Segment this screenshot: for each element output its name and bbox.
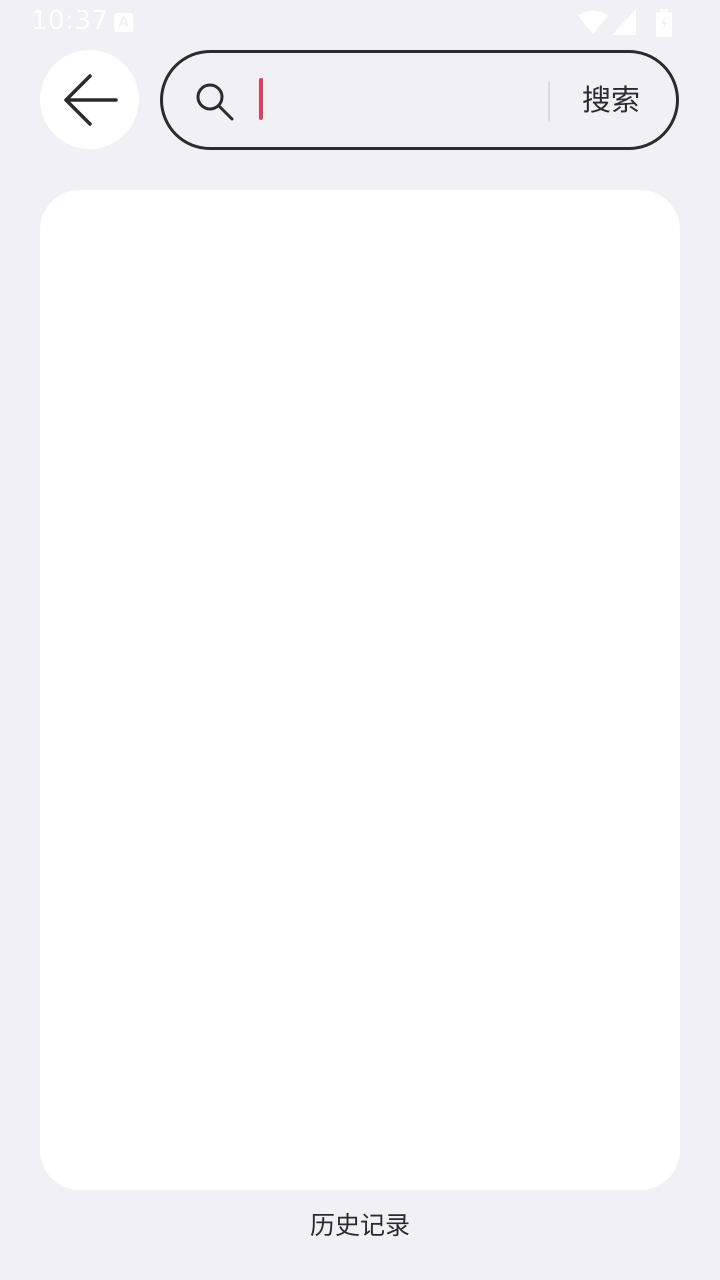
- search-button[interactable]: 搜索: [573, 75, 649, 125]
- search-input[interactable]: [258, 75, 538, 125]
- battery-icon: [656, 9, 672, 37]
- search-divider: [548, 82, 550, 122]
- search-icon: [196, 83, 234, 121]
- text-cursor: [259, 78, 263, 120]
- cellular-signal-icon: [612, 9, 636, 35]
- results-card: [40, 190, 680, 1190]
- history-label[interactable]: 历史记录: [0, 1206, 720, 1246]
- notification-a-icon: A: [114, 13, 133, 32]
- status-time: 10:37: [31, 6, 109, 36]
- arrow-left-icon: [64, 74, 118, 126]
- status-bar: 10:37 A: [0, 0, 720, 46]
- wifi-icon: [578, 10, 608, 34]
- back-button[interactable]: [40, 50, 139, 149]
- search-bar: 搜索: [160, 50, 679, 150]
